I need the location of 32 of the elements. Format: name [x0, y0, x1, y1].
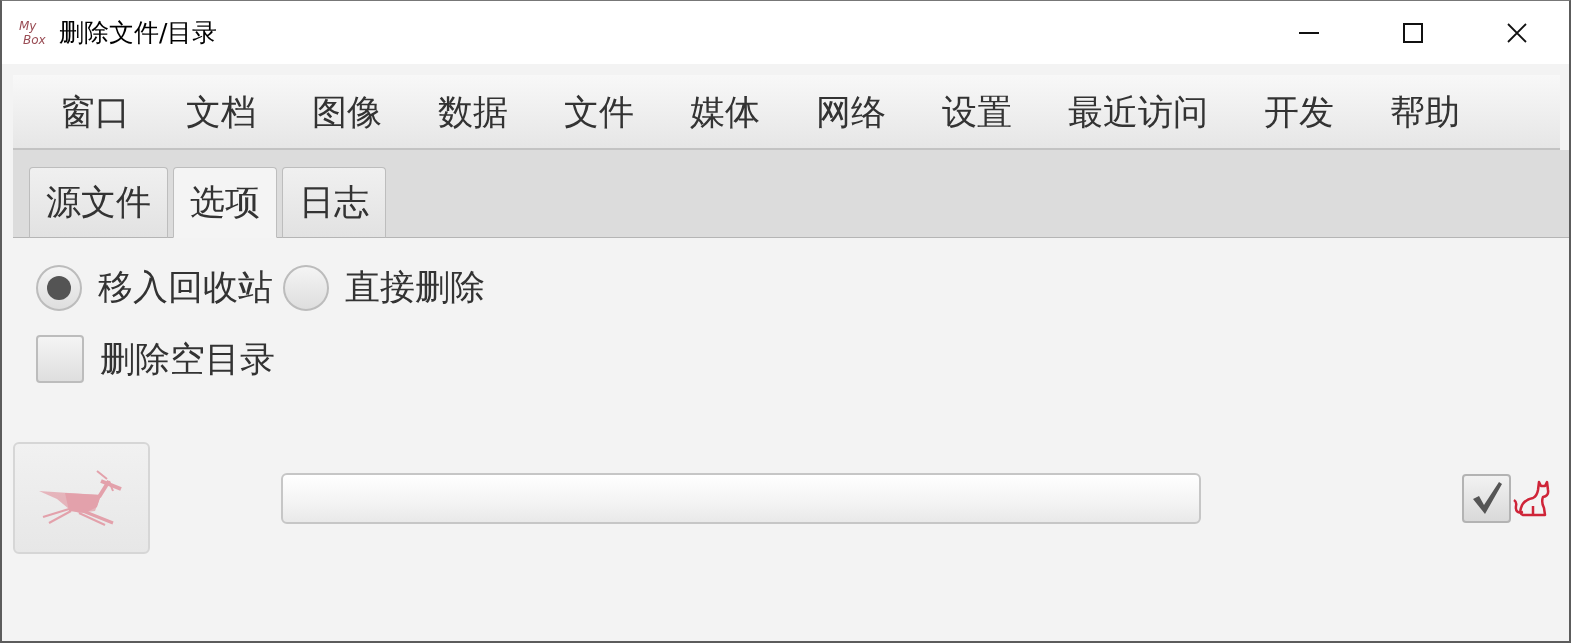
checkbox[interactable] — [36, 335, 84, 383]
menu-item[interactable]: 图像 — [284, 86, 410, 137]
radio-button[interactable] — [36, 264, 82, 311]
maximize-icon — [1403, 22, 1423, 43]
check-icon — [1470, 481, 1503, 515]
minimize-icon — [1299, 31, 1319, 34]
radio-button[interactable] — [283, 264, 329, 311]
menu-item[interactable]: 网络 — [788, 86, 914, 137]
start-button[interactable] — [13, 442, 150, 554]
tab[interactable]: 选项 — [173, 167, 277, 238]
logo-text: Box — [23, 32, 46, 47]
checkbox-label: 删除空目录 — [100, 337, 275, 381]
logo-text: My — [19, 18, 37, 33]
cat-icon — [1511, 478, 1551, 518]
tab[interactable]: 源文件 — [29, 167, 168, 238]
menu-item[interactable]: 媒体 — [662, 86, 788, 137]
menu-item[interactable]: 开发 — [1236, 86, 1362, 137]
tab[interactable]: 日志 — [282, 167, 386, 238]
menu-item[interactable]: 文件 — [536, 86, 662, 137]
menu-item[interactable]: 文档 — [158, 86, 284, 137]
menu-item[interactable]: 窗口 — [32, 86, 158, 137]
menu-item[interactable]: 数据 — [410, 86, 536, 137]
window-title: 删除文件/目录 — [59, 17, 218, 49]
status-field[interactable] — [281, 472, 1201, 524]
menu-item[interactable]: 设置 — [914, 86, 1040, 137]
menu-item[interactable]: 帮助 — [1362, 86, 1488, 137]
antelope-icon — [38, 469, 125, 527]
radio-label: 直接删除 — [345, 266, 485, 309]
close-icon — [1507, 22, 1527, 43]
checkbox[interactable] — [1462, 473, 1511, 523]
radio-label: 移入回收站 — [98, 266, 273, 309]
menu-item[interactable]: 最近访问 — [1040, 86, 1236, 137]
